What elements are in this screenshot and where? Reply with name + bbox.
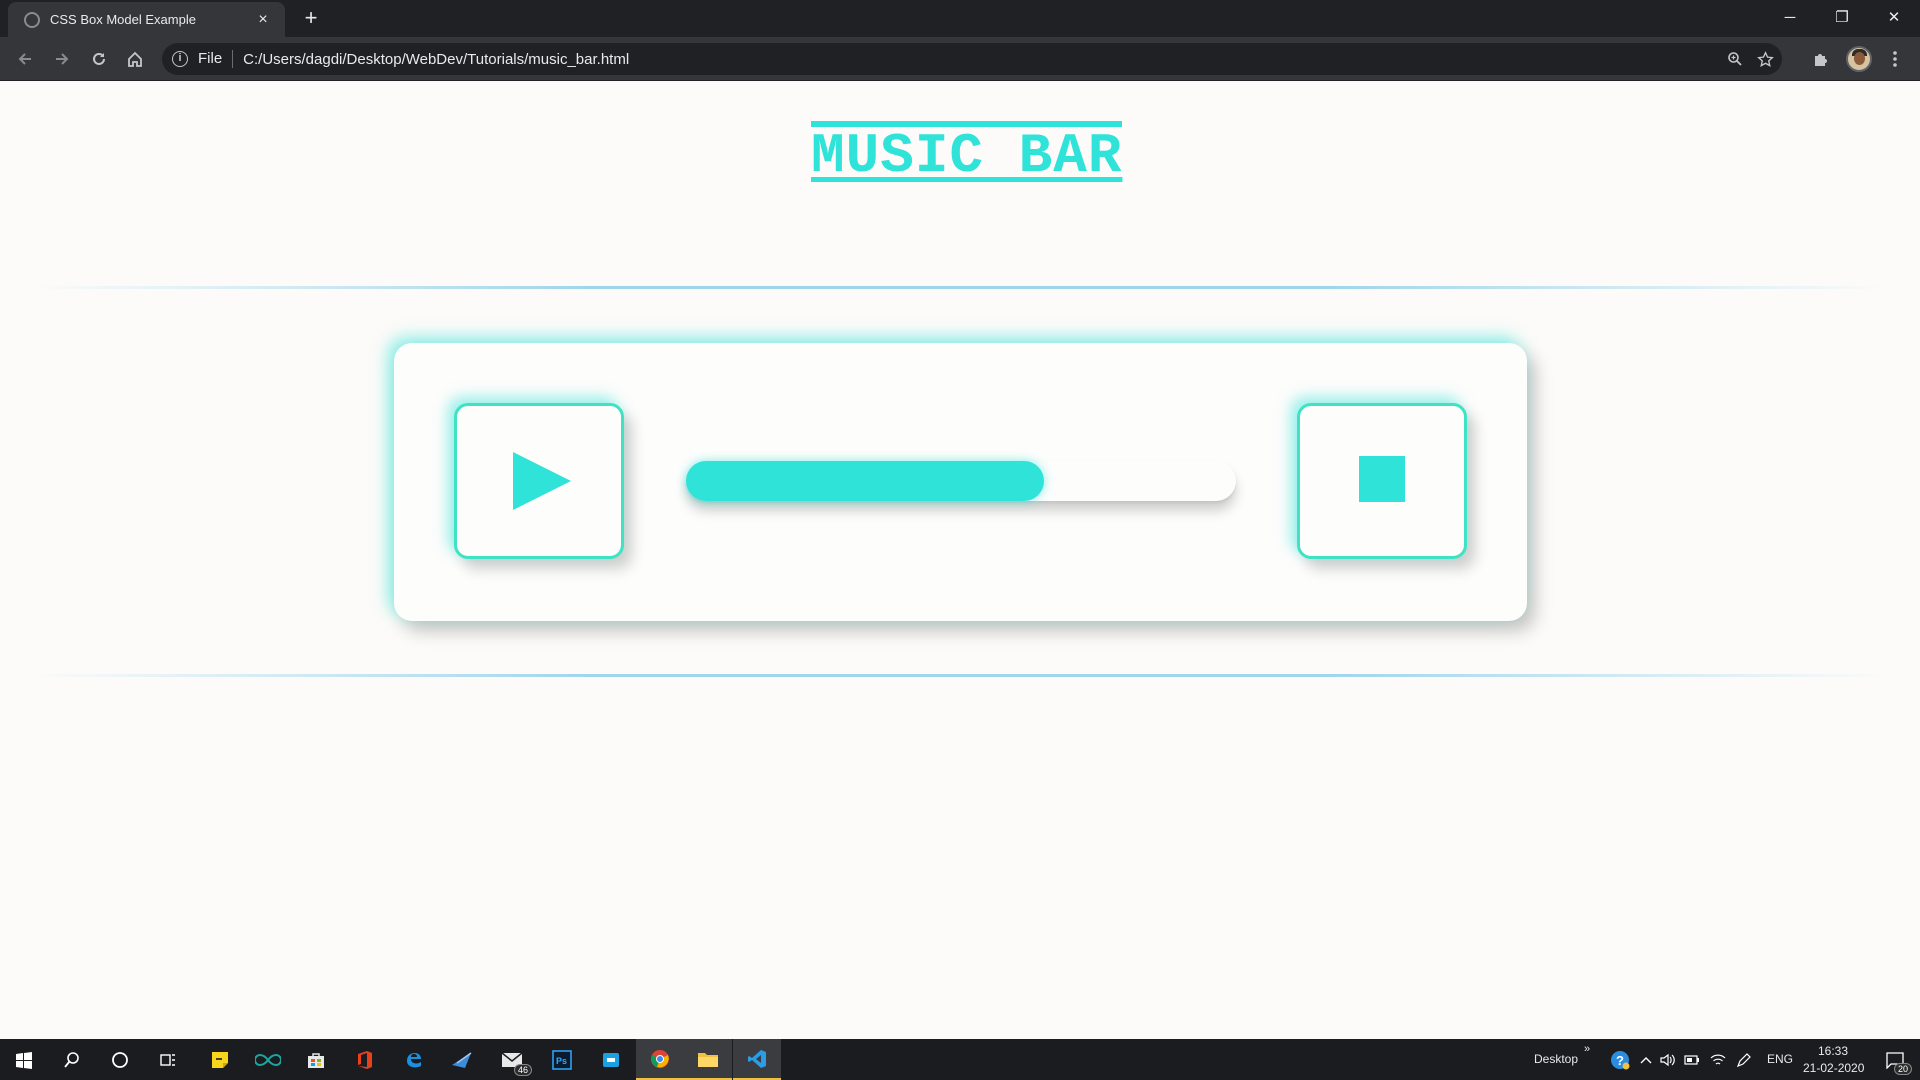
sticky-notes-button[interactable] [196,1039,244,1080]
zoom-icon [1728,52,1742,66]
help-icon: ? [1611,1050,1630,1069]
reload-icon [93,52,105,65]
start-button[interactable] [0,1039,48,1080]
page-title: MUSIC BAR [811,121,1123,185]
arrow-left-icon [18,53,31,65]
kebab-menu-icon [1893,51,1897,67]
star-icon [1756,50,1774,67]
arrow-right-icon [56,53,69,65]
stop-button[interactable] [1297,403,1467,559]
browser-menu-button[interactable] [1880,44,1910,74]
progress-track[interactable] [686,461,1236,501]
pen-icon [1736,1052,1751,1067]
infinity-icon [255,1053,281,1066]
app-icon [603,1052,619,1067]
windows-taskbar: 46 Ps Desktop » ? ENG 16:33 21-02-2020 2… [0,1039,1920,1080]
speaker-icon [1660,1053,1675,1066]
photoshop-icon: Ps [552,1049,572,1070]
clock-time[interactable]: 16:33 [1818,1044,1848,1058]
language-indicator[interactable]: ENG [1767,1052,1793,1066]
reload-button[interactable] [84,44,114,74]
desktop-toolbar-label[interactable]: Desktop [1534,1052,1578,1066]
music-player-card [394,343,1527,621]
pen-button[interactable] [1732,1039,1756,1080]
home-button[interactable] [120,44,150,74]
vscode-button[interactable] [733,1039,781,1080]
windows-logo-icon [16,1051,32,1069]
tab-title: CSS Box Model Example [50,12,196,27]
search-button[interactable] [48,1039,96,1080]
file-explorer-button[interactable] [684,1039,732,1080]
top-divider [30,286,1890,289]
show-hidden-icons-button[interactable] [1636,1039,1656,1080]
volume-button[interactable] [1656,1039,1680,1080]
back-button[interactable] [10,44,40,74]
search-icon [64,1051,79,1068]
globe-icon [24,11,40,28]
notification-count: 20 [1893,1063,1912,1075]
edge-icon [407,1052,421,1067]
forward-button[interactable] [47,44,77,74]
help-tray-button[interactable]: ? [1605,1039,1635,1080]
battery-button[interactable] [1680,1039,1704,1080]
scheme-label: File [198,50,234,68]
tab-css-box-model-example[interactable]: CSS Box Model Example × [8,2,285,37]
sticky-notes-icon [212,1051,228,1068]
battery-icon [1684,1054,1699,1065]
restore-button[interactable]: ❐ [1816,0,1868,34]
store-button[interactable] [292,1039,340,1080]
task-view-button[interactable] [144,1039,192,1080]
chrome-button[interactable] [636,1039,684,1080]
browser-tab-strip: CSS Box Model Example × + ─ ❐ ✕ [0,0,1920,37]
avatar-face [1854,52,1865,65]
paper-plane-icon [452,1051,472,1068]
chrome-icon [651,1049,669,1068]
progress-fill [686,461,1044,501]
action-center-button[interactable]: 20 [1872,1039,1918,1080]
bottom-divider [30,674,1890,677]
home-icon [128,51,142,67]
play-button[interactable] [454,403,624,559]
puzzle-icon [1815,54,1827,66]
office-icon [358,1050,372,1069]
edge-button[interactable] [390,1039,438,1080]
vscode-icon [748,1049,766,1068]
desktop-toolbar-expand[interactable]: » [1584,1043,1590,1055]
cortana-button[interactable] [96,1039,144,1080]
new-tab-button[interactable]: + [298,5,324,31]
tab-close-button[interactable]: × [253,11,273,29]
mail-button[interactable]: 46 [488,1039,536,1080]
wifi-button[interactable] [1706,1039,1730,1080]
browser-toolbar: i File C:/Users/dagdi/Desktop/WebDev/Tut… [0,37,1920,81]
arduino-button[interactable] [244,1039,292,1080]
folder-icon [698,1052,718,1067]
app-button-2[interactable] [587,1039,635,1080]
app-button-1[interactable] [438,1039,486,1080]
clock-date[interactable]: 21-02-2020 [1803,1061,1864,1075]
profile-avatar[interactable] [1846,46,1872,72]
chevron-up-icon [1640,1056,1652,1063]
task-view-icon [160,1053,175,1066]
extensions-button[interactable] [1806,44,1836,74]
page-content: MUSIC BAR [0,81,1920,1039]
mail-badge: 46 [513,1064,532,1076]
stop-icon [1359,456,1405,502]
bookmark-button[interactable] [1750,43,1780,75]
minimize-button[interactable]: ─ [1764,0,1816,34]
cortana-icon [112,1051,128,1068]
info-icon[interactable]: i [172,51,188,67]
svg-text:Ps: Ps [556,1056,567,1066]
zoom-button[interactable] [1720,43,1750,75]
office-button[interactable] [341,1039,389,1080]
close-window-button[interactable]: ✕ [1868,0,1920,34]
store-bag-icon [308,1052,324,1068]
play-icon [513,452,571,510]
photoshop-button[interactable]: Ps [538,1039,586,1080]
url-text[interactable]: C:/Users/dagdi/Desktop/WebDev/Tutorials/… [243,51,629,68]
wifi-icon [1710,1054,1726,1065]
address-bar[interactable]: i File C:/Users/dagdi/Desktop/WebDev/Tut… [162,43,1782,75]
